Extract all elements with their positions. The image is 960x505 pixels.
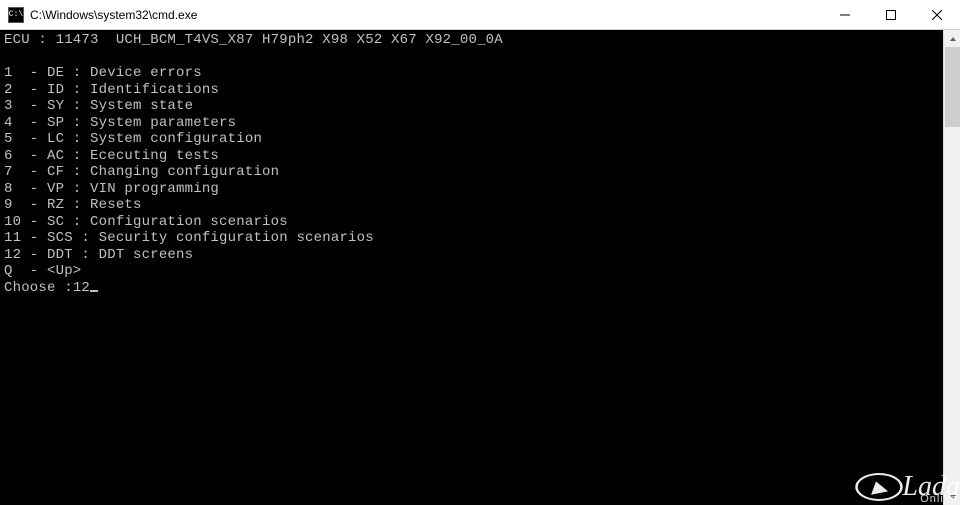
window-controls (822, 0, 960, 29)
menu-line: 3 - SY : System state (4, 98, 193, 114)
text-cursor (90, 290, 98, 292)
menu-line: 2 - ID : Identifications (4, 82, 219, 98)
scroll-thumb[interactable] (945, 47, 960, 127)
prompt-label: Choose : (4, 280, 73, 296)
vertical-scrollbar[interactable] (943, 30, 960, 505)
cmd-icon: C:\ (8, 7, 24, 23)
menu-line: 10 - SC : Configuration scenarios (4, 214, 288, 230)
menu-line: 1 - DE : Device errors (4, 65, 202, 81)
menu-line: 8 - VP : VIN programming (4, 181, 219, 197)
menu-line: 11 - SCS : Security configuration scenar… (4, 230, 374, 246)
scroll-up-arrow-icon[interactable] (944, 30, 960, 47)
menu-line: Q - <Up> (4, 263, 81, 279)
window-titlebar: C:\ C:\Windows\system32\cmd.exe (0, 0, 960, 30)
close-button[interactable] (914, 0, 960, 30)
menu-line: 12 - DDT : DDT screens (4, 247, 193, 263)
menu-line: 7 - CF : Changing configuration (4, 164, 279, 180)
menu-line: 4 - SP : System parameters (4, 115, 236, 131)
terminal-output[interactable]: ECU : 11473 UCH_BCM_T4VS_X87 H79ph2 X98 … (0, 30, 943, 505)
window-title: C:\Windows\system32\cmd.exe (30, 8, 822, 22)
ecu-header-line: ECU : 11473 UCH_BCM_T4VS_X87 H79ph2 X98 … (4, 32, 503, 48)
maximize-button[interactable] (868, 0, 914, 30)
menu-line: 9 - RZ : Resets (4, 197, 142, 213)
prompt-input-value[interactable]: 12 (73, 280, 90, 296)
minimize-button[interactable] (822, 0, 868, 30)
scroll-down-arrow-icon[interactable] (944, 488, 960, 505)
menu-line: 6 - AC : Ececuting tests (4, 148, 219, 164)
menu-line: 5 - LC : System configuration (4, 131, 262, 147)
